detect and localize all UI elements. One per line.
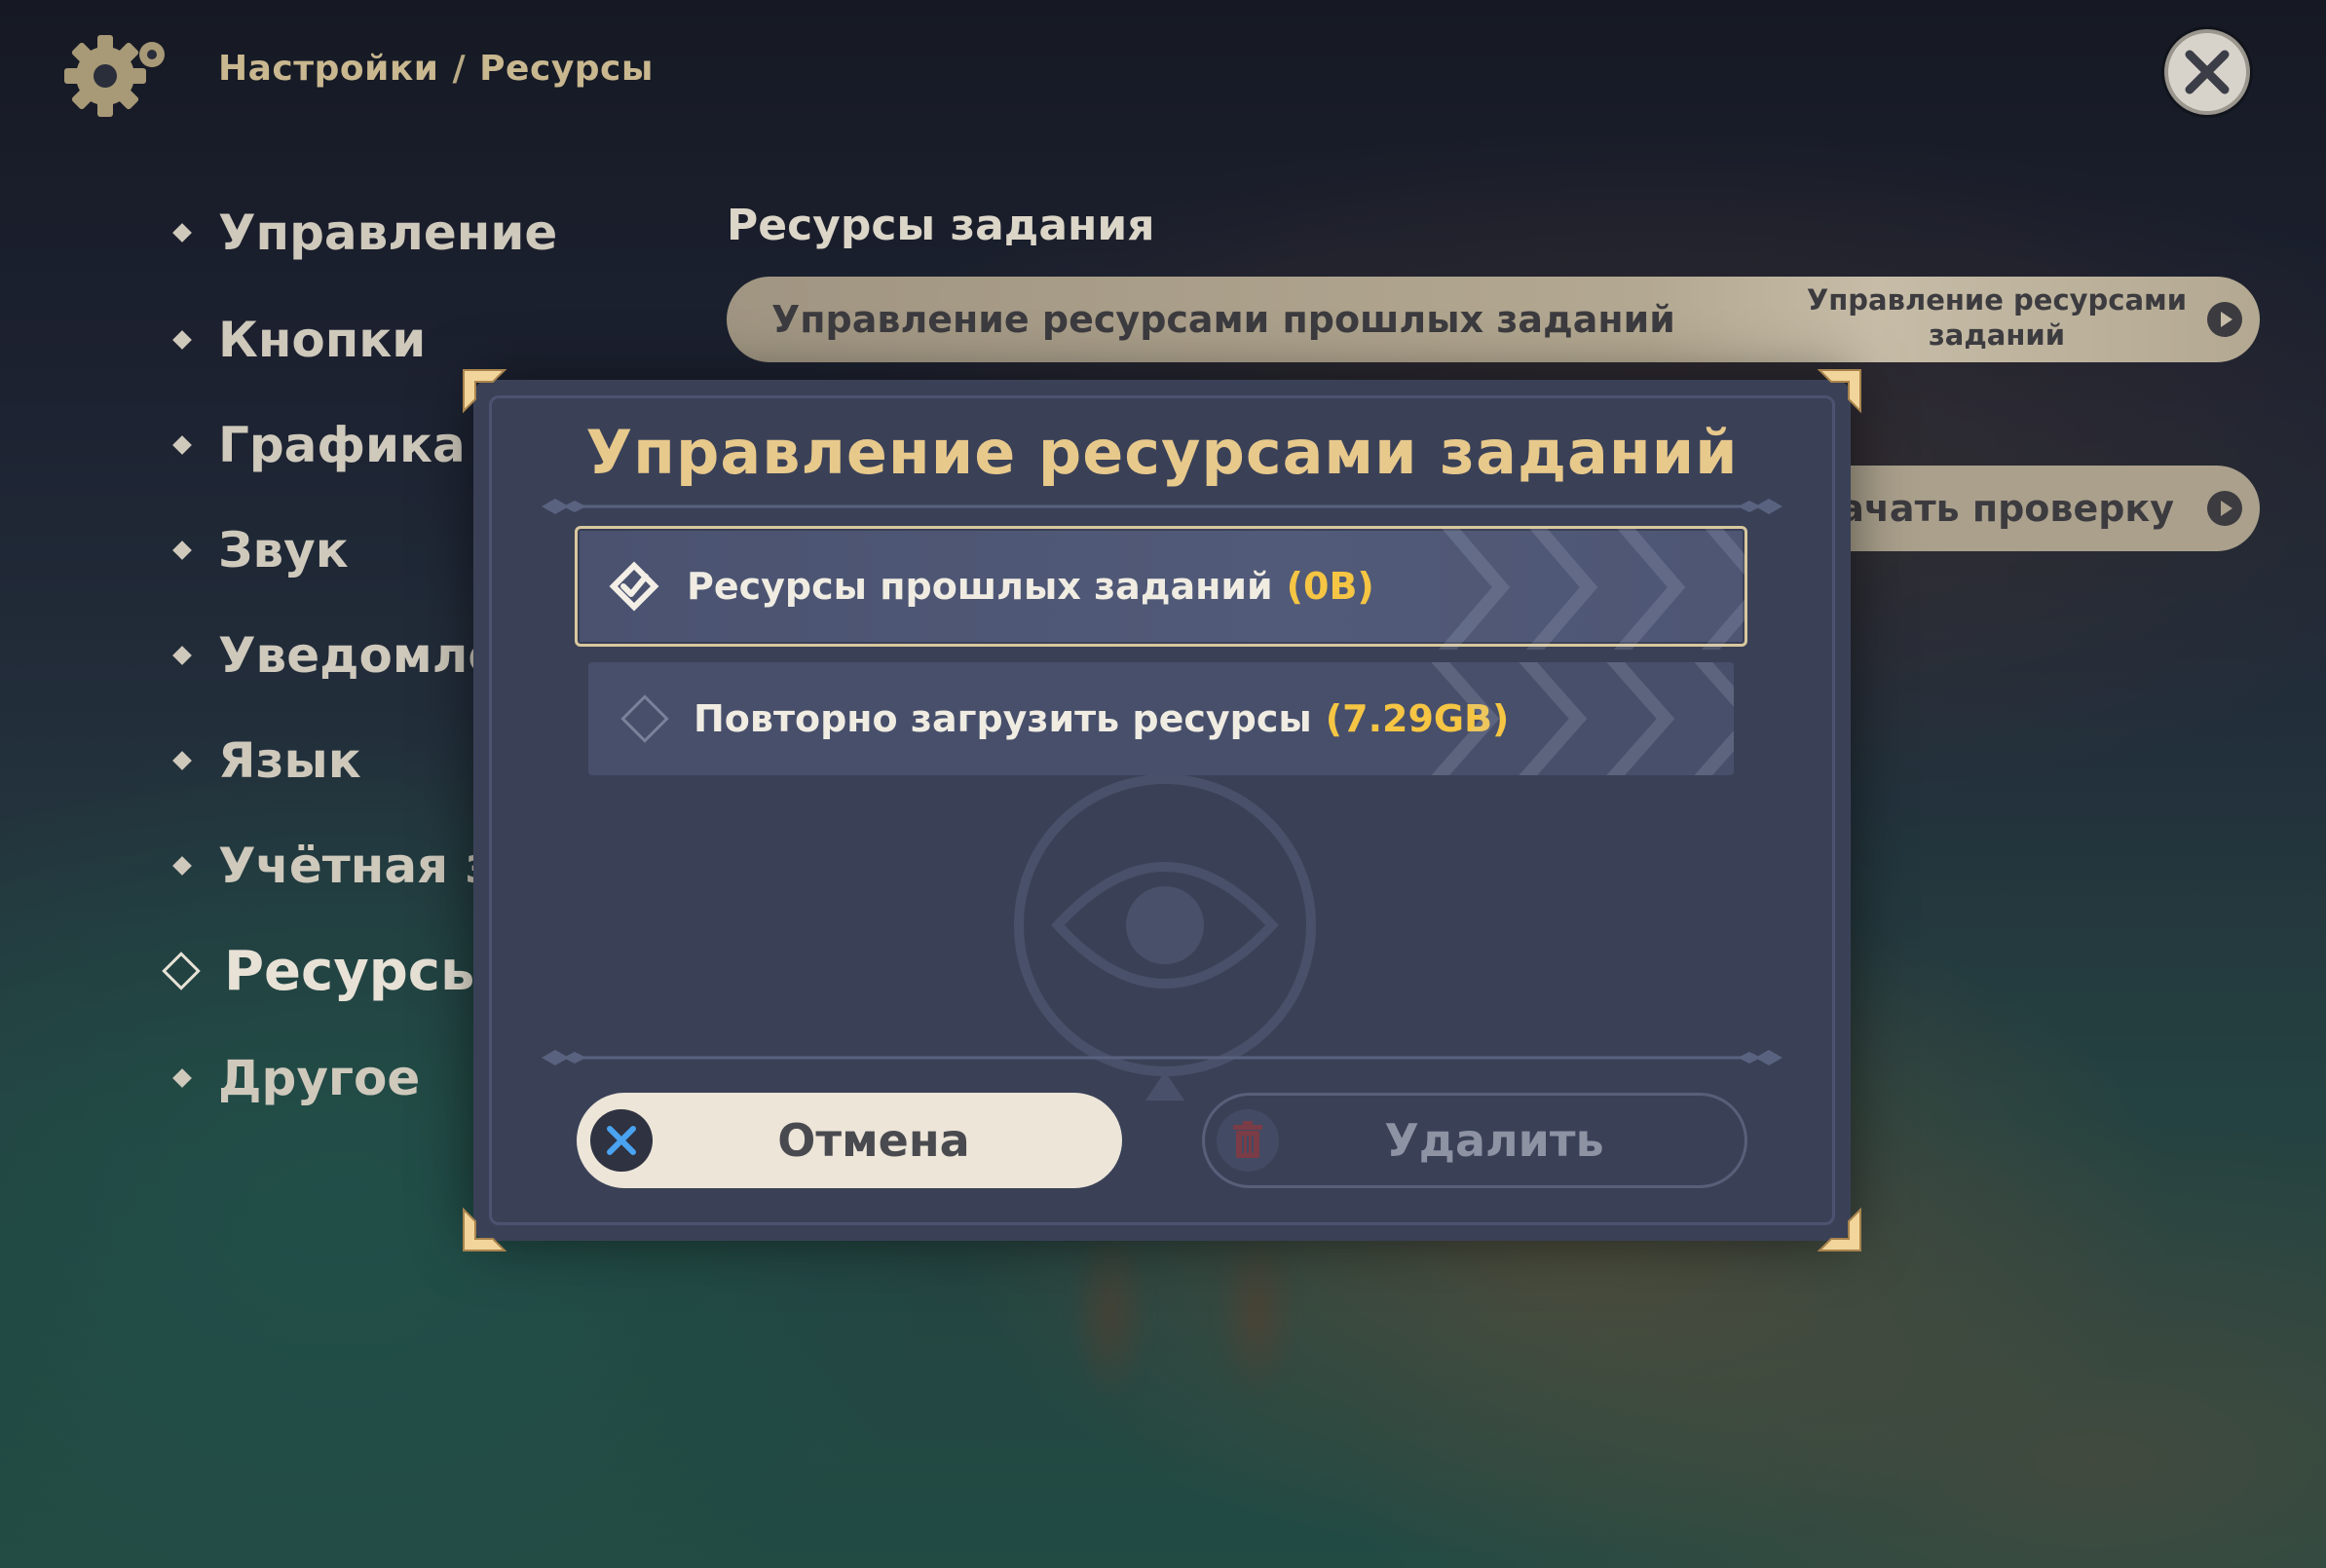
breadcrumb-current: Ресурсы <box>479 49 654 89</box>
sidebar-item-resources[interactable]: Ресурсы <box>162 937 490 1005</box>
diamond-bullet-icon <box>172 646 192 665</box>
gear-icon <box>62 29 179 127</box>
sidebar-item-label: Язык <box>218 732 361 789</box>
delete-label: Удалить <box>1384 1114 1604 1167</box>
close-icon <box>2185 50 2230 94</box>
option-past-resources[interactable]: Ресурсы прошлых заданий (0B) <box>575 526 1747 650</box>
decorative-pattern <box>1431 662 1734 775</box>
sidebar-item-label: Звук <box>218 522 349 579</box>
arrow-right-icon <box>2207 491 2242 526</box>
corner-ornament-icon <box>1817 369 1861 414</box>
corner-ornament-icon <box>1817 1207 1861 1251</box>
ornament-divider <box>542 499 1782 514</box>
diamond-bullet-icon <box>172 435 192 455</box>
corner-ornament-icon <box>463 1207 507 1251</box>
sidebar-item-sound[interactable]: Звук <box>172 516 349 584</box>
corner-ornament-icon <box>463 369 507 414</box>
diamond-bullet-icon <box>172 541 192 560</box>
sidebar-item-label: Управление <box>218 205 558 261</box>
sidebar-item-notifications[interactable]: Уведомле <box>172 621 502 690</box>
option-label-text: Ресурсы прошлых заданий <box>687 565 1273 608</box>
start-check-label: Начать проверку <box>1808 487 2174 530</box>
close-button[interactable] <box>2164 29 2250 115</box>
sidebar-item-label: Ресурсы <box>224 939 490 1003</box>
cancel-label: Отмена <box>777 1114 970 1167</box>
diamond-bullet-icon <box>172 856 192 876</box>
option-redownload-resources[interactable]: Повторно загрузить ресурсы (7.29GB) <box>588 662 1734 775</box>
option-label-text: Повторно загрузить ресурсы <box>694 697 1312 740</box>
sidebar-item-buttons[interactable]: Кнопки <box>172 306 427 374</box>
sidebar-item-label: Учётная з <box>218 838 494 894</box>
sidebar-item-label: Кнопки <box>218 312 427 368</box>
delete-button[interactable]: Удалить <box>1202 1093 1747 1188</box>
cancel-button[interactable]: Отмена <box>577 1093 1122 1188</box>
option-label: Повторно загрузить ресурсы (7.29GB) <box>694 697 1509 740</box>
sidebar-item-other[interactable]: Другое <box>172 1044 421 1112</box>
sidebar-item-label: Другое <box>218 1050 421 1106</box>
breadcrumb-parent: Настройки <box>218 49 439 89</box>
arrow-right-icon <box>2207 302 2242 337</box>
breadcrumb-separator: / <box>452 49 467 89</box>
settings-row-manage-resources: Управление ресурсами прошлых заданий Упр… <box>727 277 2260 362</box>
row-label: Управление ресурсами прошлых заданий <box>771 298 1675 341</box>
sidebar-item-label: Графика <box>218 417 466 473</box>
dialog-title: Управление ресурсами заданий <box>585 417 1739 488</box>
checkbox-unchecked-icon[interactable] <box>618 691 672 746</box>
diamond-bullet-icon <box>172 330 192 350</box>
manage-resources-button[interactable]: Управление ресурсами заданий <box>1802 282 2192 353</box>
option-size: (0B) <box>1286 565 1374 608</box>
ornament-divider <box>542 1050 1782 1065</box>
section-title: Ресурсы задания <box>727 201 1155 250</box>
breadcrumb: Настройки / Ресурсы <box>218 49 654 89</box>
sidebar-item-graphics[interactable]: Графика <box>172 411 466 479</box>
sidebar-item-account[interactable]: Учётная з <box>172 832 494 900</box>
option-label: Ресурсы прошлых заданий (0B) <box>687 565 1374 608</box>
start-check-button[interactable]: Начать проверку <box>1808 466 2260 551</box>
resource-management-dialog: Управление ресурсами заданий Ресурсы про… <box>463 369 1861 1251</box>
diamond-bullet-icon <box>172 223 192 243</box>
sidebar-item-language[interactable]: Язык <box>172 727 361 795</box>
diamond-bullet-icon <box>172 751 192 770</box>
decorative-pattern <box>1438 529 1744 650</box>
sidebar-item-controls[interactable]: Управление <box>172 199 558 267</box>
diamond-bullet-icon <box>172 1068 192 1088</box>
checkbox-checked-icon[interactable] <box>607 559 661 614</box>
sidebar-item-label: Уведомле <box>218 627 502 684</box>
